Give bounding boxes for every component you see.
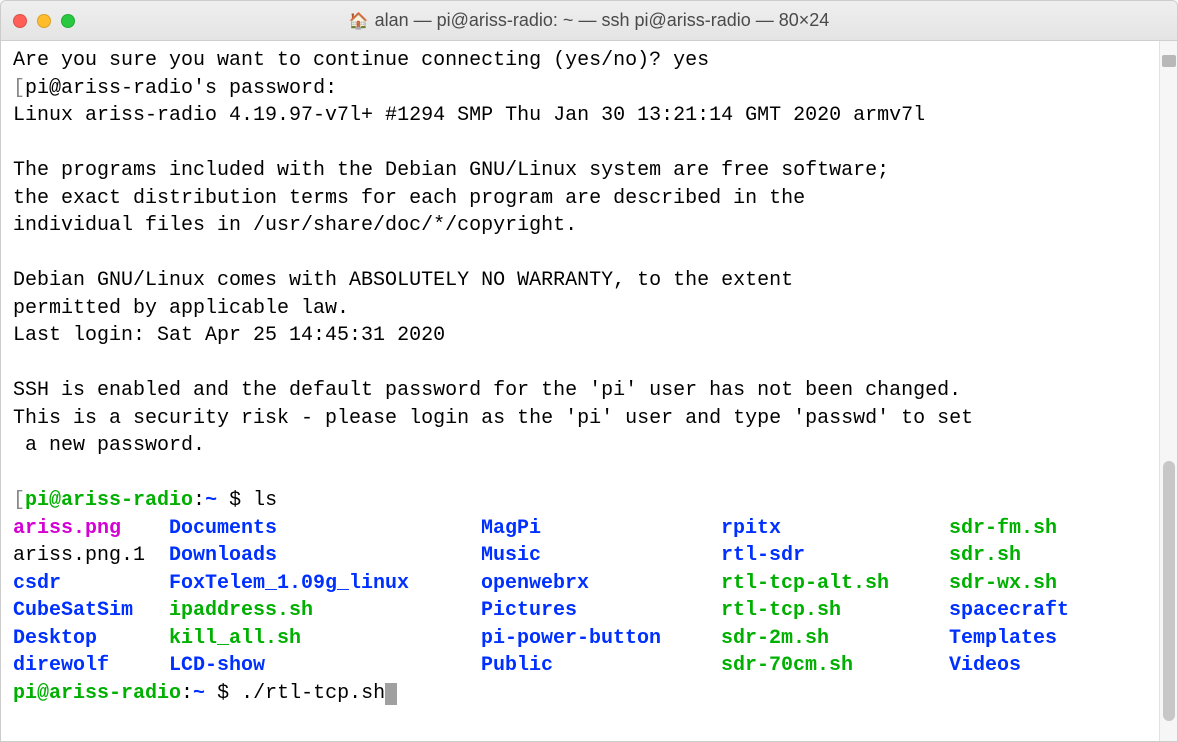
ls-entry: kill_all.sh [169, 625, 481, 653]
ls-entry: spacecraft [949, 597, 1069, 625]
maximize-button[interactable] [61, 14, 75, 28]
home-icon: 🏠 [349, 11, 369, 31]
ls-entry: direwolf [13, 652, 169, 680]
ls-entry: rtl-sdr [721, 542, 949, 570]
line: The programs included with the Debian GN… [13, 159, 889, 182]
ls-entry: sdr-70cm.sh [721, 652, 949, 680]
prompt-sep: : [193, 489, 205, 512]
ls-entry: openwebrx [481, 570, 721, 598]
prompt-sep: : [181, 682, 193, 705]
prompt-dollar: $ [205, 682, 241, 705]
scrollbar-thumb[interactable] [1163, 461, 1175, 721]
ls-entry: rtl-tcp.sh [721, 597, 949, 625]
window-title-wrap: 🏠 alan — pi@ariss-radio: ~ — ssh pi@aris… [1, 10, 1177, 31]
prompt-user: pi@ariss-radio [13, 682, 181, 705]
prompt-user: pi@ariss-radio [25, 489, 193, 512]
ls-entry: Music [481, 542, 721, 570]
cursor [385, 683, 397, 705]
line: Are you sure you want to continue connec… [13, 49, 709, 72]
ls-entry: MagPi [481, 515, 721, 543]
scrollbar-track[interactable] [1159, 41, 1177, 741]
ls-entry: Templates [949, 625, 1057, 653]
ls-entry: Public [481, 652, 721, 680]
ls-entry: csdr [13, 570, 169, 598]
command: ls [253, 489, 277, 512]
line: individual files in /usr/share/doc/*/cop… [13, 214, 577, 237]
ls-entry: CubeSatSim [13, 597, 169, 625]
line: Last login: Sat Apr 25 14:45:31 2020 [13, 324, 445, 347]
ls-entry: ariss.png [13, 515, 169, 543]
ls-entry: ipaddress.sh [169, 597, 481, 625]
terminal-window: 🏠 alan — pi@ariss-radio: ~ — ssh pi@aris… [0, 0, 1178, 742]
ls-entry: sdr-2m.sh [721, 625, 949, 653]
bracket-icon: [ [13, 489, 25, 512]
ls-entry: sdr-wx.sh [949, 570, 1057, 598]
ls-entry: Desktop [13, 625, 169, 653]
prompt-dollar: $ [217, 489, 253, 512]
ls-entry: pi-power-button [481, 625, 721, 653]
line: a new password. [13, 434, 205, 457]
ls-entry: Videos [949, 652, 1021, 680]
ls-entry: rtl-tcp-alt.sh [721, 570, 949, 598]
prompt-path: ~ [193, 682, 205, 705]
terminal-output[interactable]: Are you sure you want to continue connec… [1, 41, 1177, 741]
scroll-marker [1162, 55, 1176, 67]
ls-entry: Downloads [169, 542, 481, 570]
ls-entry: Pictures [481, 597, 721, 625]
line: Linux ariss-radio 4.19.97-v7l+ #1294 SMP… [13, 104, 925, 127]
window-titlebar[interactable]: 🏠 alan — pi@ariss-radio: ~ — ssh pi@aris… [1, 1, 1177, 41]
line: pi@ariss-radio's password: [25, 77, 337, 100]
ls-entry: sdr.sh [949, 542, 1021, 570]
command: ./rtl-tcp.sh [241, 682, 385, 705]
line: permitted by applicable law. [13, 297, 349, 320]
prompt-path: ~ [205, 489, 217, 512]
bracket-icon: [ [13, 77, 25, 100]
ls-entry: sdr-fm.sh [949, 515, 1057, 543]
line: This is a security risk - please login a… [13, 407, 973, 430]
line: SSH is enabled and the default password … [13, 379, 961, 402]
window-title: alan — pi@ariss-radio: ~ — ssh pi@ariss-… [375, 10, 830, 31]
close-button[interactable] [13, 14, 27, 28]
ls-entry: FoxTelem_1.09g_linux [169, 570, 481, 598]
line: Debian GNU/Linux comes with ABSOLUTELY N… [13, 269, 793, 292]
ls-output: ariss.pngDocumentsMagPirpitxsdr-fm.sh ar… [13, 517, 1069, 678]
ls-entry: Documents [169, 515, 481, 543]
line: the exact distribution terms for each pr… [13, 187, 805, 210]
ls-entry: LCD-show [169, 652, 481, 680]
minimize-button[interactable] [37, 14, 51, 28]
traffic-lights [13, 14, 75, 28]
ls-entry: ariss.png.1 [13, 542, 169, 570]
ls-entry: rpitx [721, 515, 949, 543]
